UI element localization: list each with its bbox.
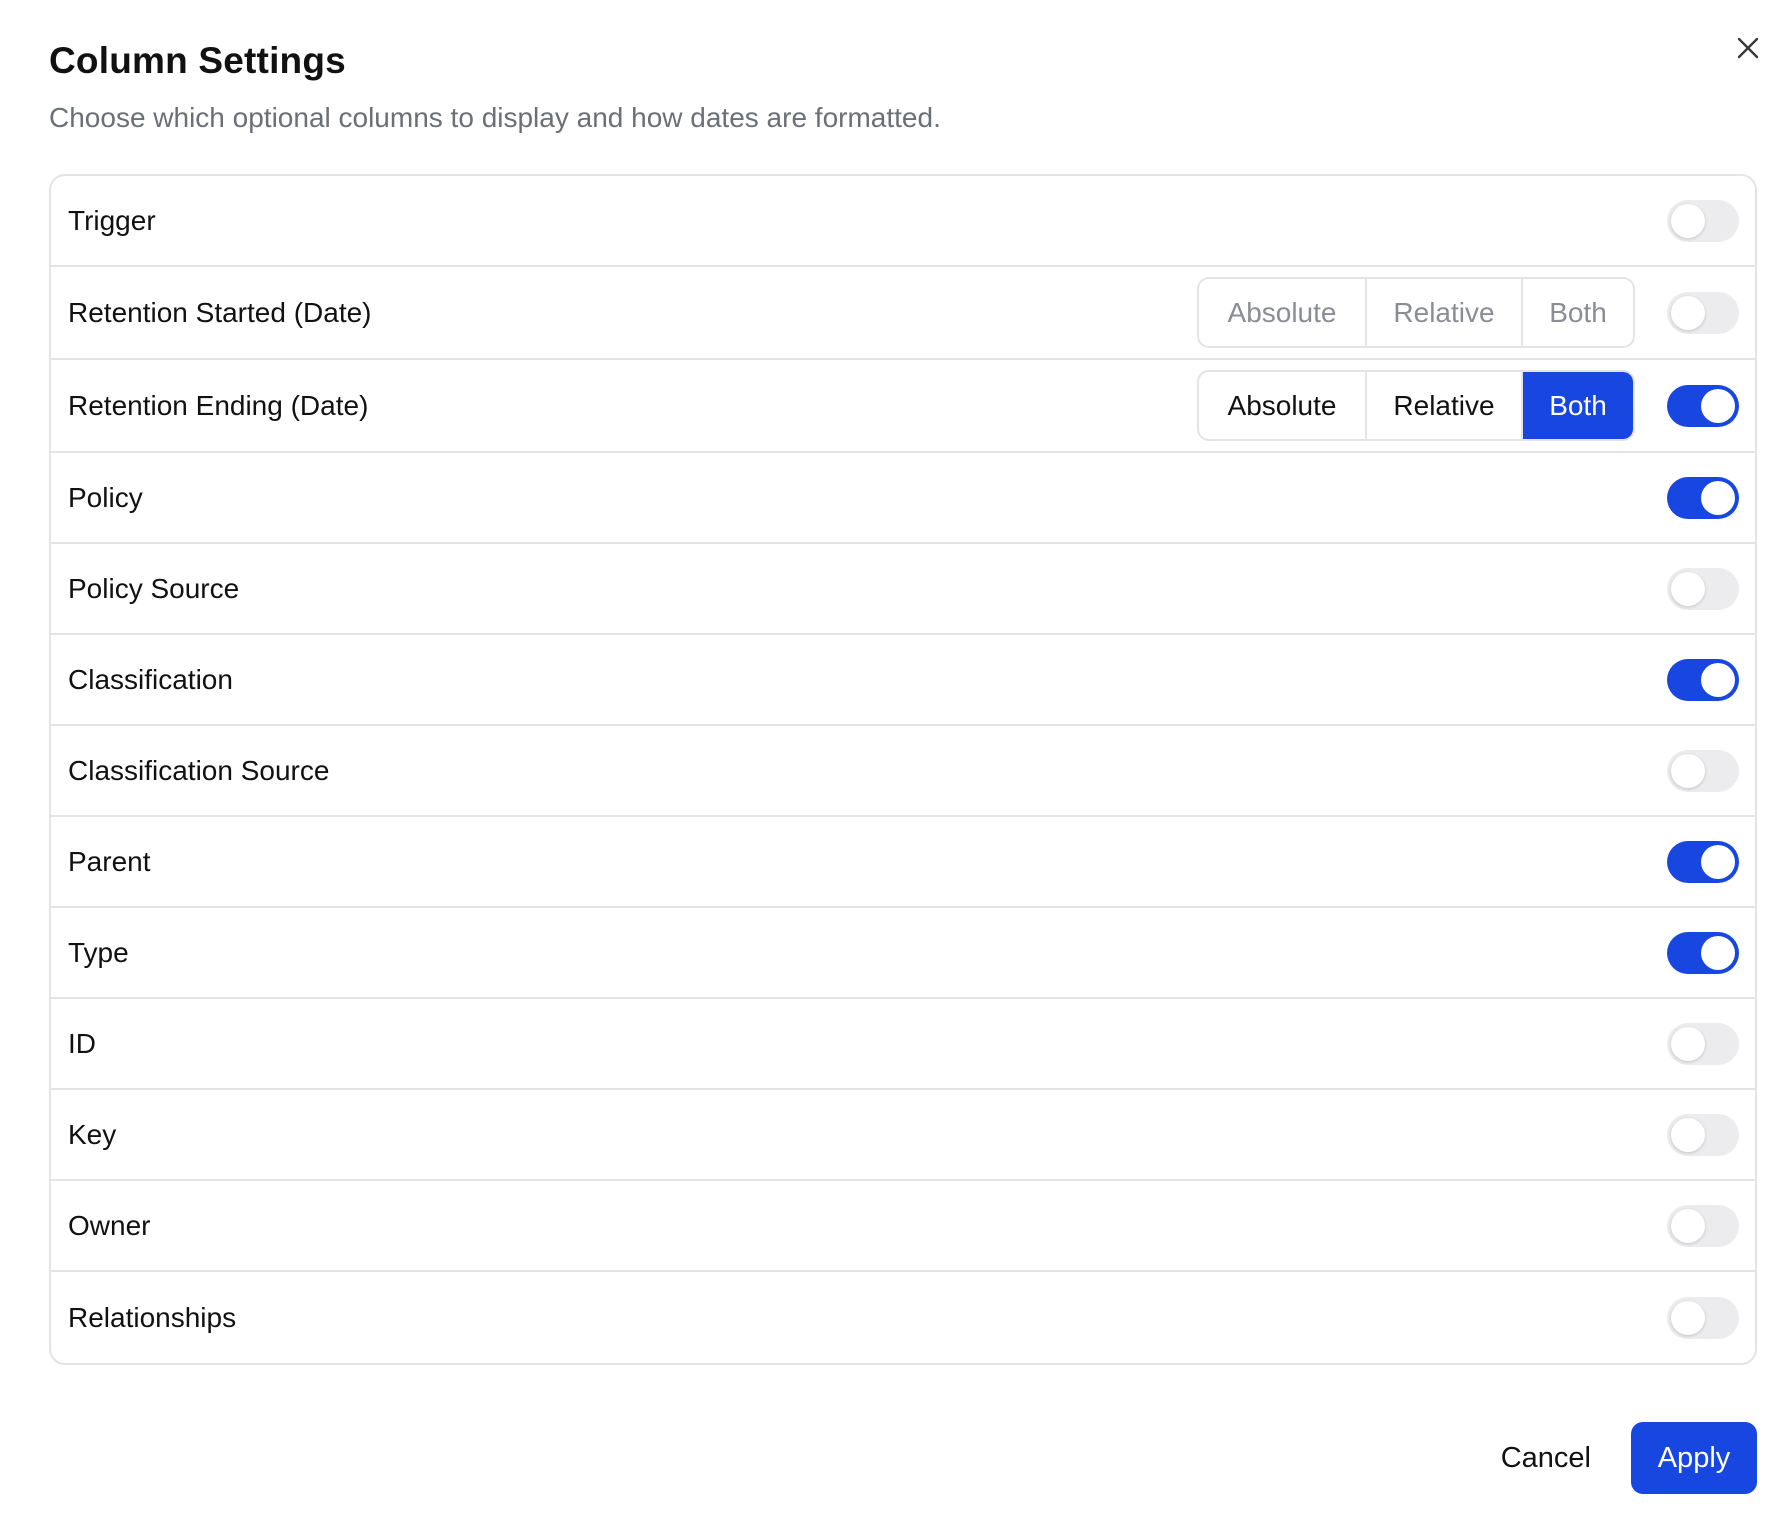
column-label: Retention Ending (Date) (68, 389, 369, 421)
toggle-retention-ending[interactable] (1667, 384, 1739, 427)
column-row-owner: Owner (51, 1181, 1755, 1272)
format-option-absolute[interactable]: Absolute (1199, 372, 1367, 439)
apply-button[interactable]: Apply (1631, 1422, 1757, 1494)
toggle-knob (1701, 388, 1735, 423)
column-label: ID (68, 1027, 96, 1059)
cancel-button[interactable]: Cancel (1481, 1422, 1611, 1494)
toggle-policy-source[interactable] (1667, 567, 1739, 610)
column-label: Parent (68, 845, 151, 877)
toggle-knob (1671, 295, 1705, 330)
column-settings-dialog: Column Settings Choose which optional co… (0, 0, 1792, 1528)
column-row-key: Key (51, 1090, 1755, 1181)
column-label: Retention Started (Date) (68, 296, 372, 328)
format-option-both[interactable]: Both (1523, 372, 1633, 439)
column-label: Classification (68, 663, 233, 695)
format-option-absolute[interactable]: Absolute (1199, 279, 1367, 346)
format-option-relative[interactable]: Relative (1367, 372, 1523, 439)
toggle-key[interactable] (1667, 1113, 1739, 1156)
toggle-knob (1701, 844, 1735, 879)
toggle-classification-source[interactable] (1667, 749, 1739, 792)
toggle-knob (1671, 1117, 1705, 1152)
close-button[interactable] (1728, 28, 1768, 68)
toggle-knob (1701, 662, 1735, 697)
toggle-parent[interactable] (1667, 840, 1739, 883)
toggle-knob (1671, 1026, 1705, 1061)
toggle-knob (1671, 1300, 1705, 1335)
column-row-policy: Policy (51, 453, 1755, 544)
dialog-subtitle: Choose which optional columns to display… (49, 102, 941, 133)
column-label: Classification Source (68, 754, 330, 786)
column-label: Policy Source (68, 572, 240, 604)
toggle-knob (1671, 753, 1705, 788)
column-row-classification-source: Classification Source (51, 726, 1755, 817)
toggle-trigger[interactable] (1667, 199, 1739, 242)
toggle-owner[interactable] (1667, 1204, 1739, 1247)
column-label: Trigger (68, 204, 156, 236)
date-format-selector-retention-ending: Absolute Relative Both (1197, 370, 1635, 441)
column-row-relationships: Relationships (51, 1272, 1755, 1363)
toggle-relationships[interactable] (1667, 1296, 1739, 1339)
column-row-type: Type (51, 908, 1755, 999)
column-label: Relationships (68, 1301, 237, 1333)
column-row-policy-source: Policy Source (51, 544, 1755, 635)
dialog-footer: Cancel Apply (1481, 1422, 1757, 1494)
column-row-parent: Parent (51, 817, 1755, 908)
column-settings-list: Trigger Retention Started (Date) Absolut… (49, 174, 1757, 1365)
toggle-id[interactable] (1667, 1022, 1739, 1065)
column-row-id: ID (51, 999, 1755, 1090)
column-label: Type (68, 936, 129, 968)
dialog-title: Column Settings (49, 40, 346, 81)
toggle-policy[interactable] (1667, 476, 1739, 519)
column-row-classification: Classification (51, 635, 1755, 726)
toggle-type[interactable] (1667, 931, 1739, 974)
toggle-retention-started[interactable] (1667, 291, 1739, 334)
format-option-both[interactable]: Both (1523, 279, 1633, 346)
column-row-trigger: Trigger (51, 176, 1755, 267)
toggle-knob (1701, 480, 1735, 515)
date-format-selector-retention-started: Absolute Relative Both (1197, 277, 1635, 348)
format-option-relative[interactable]: Relative (1367, 279, 1523, 346)
column-label: Key (68, 1118, 117, 1150)
column-row-retention-ending: Retention Ending (Date) Absolute Relativ… (51, 360, 1755, 453)
column-label: Policy (68, 481, 143, 513)
toggle-classification[interactable] (1667, 658, 1739, 701)
toggle-knob (1671, 571, 1705, 606)
column-row-retention-started: Retention Started (Date) Absolute Relati… (51, 267, 1755, 360)
close-icon (1737, 37, 1759, 59)
toggle-knob (1671, 203, 1705, 238)
toggle-knob (1701, 935, 1735, 970)
column-label: Owner (68, 1209, 151, 1241)
toggle-knob (1671, 1208, 1705, 1243)
